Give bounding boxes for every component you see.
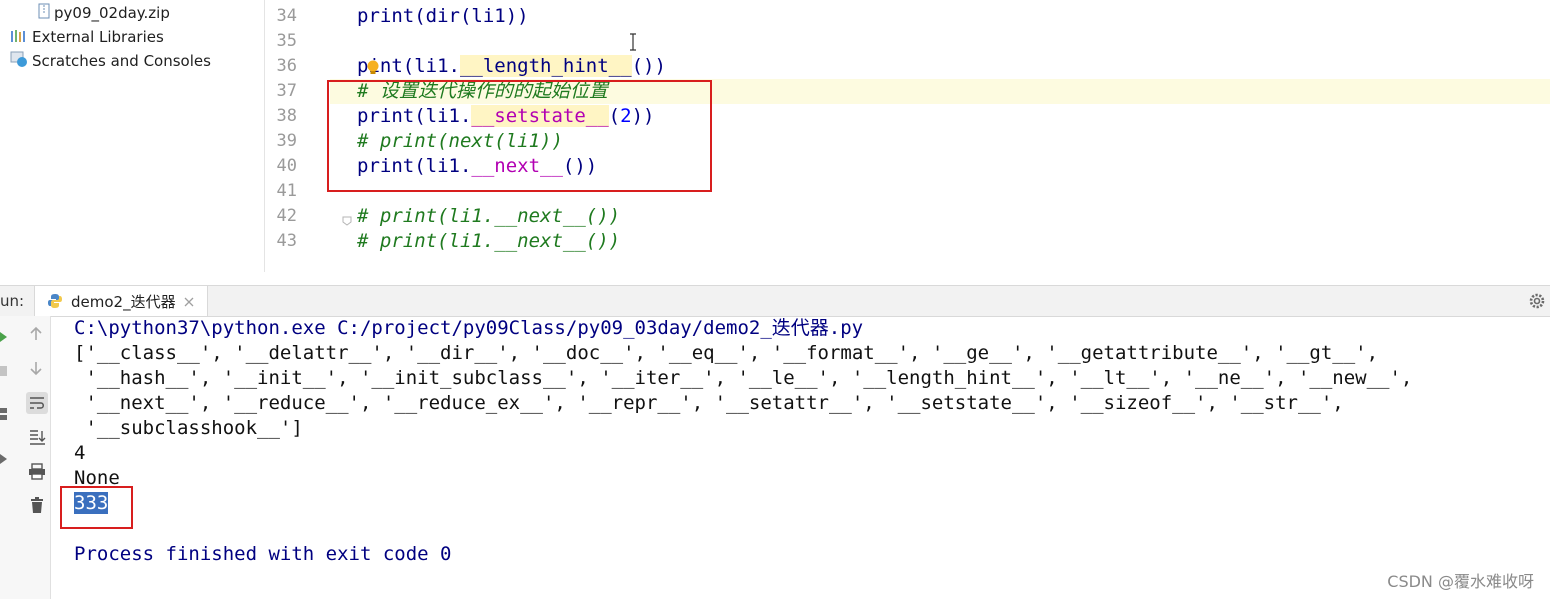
line-number: 43 (276, 231, 297, 251)
scratch-icon (10, 51, 28, 73)
line-number: 39 (276, 131, 297, 151)
run-toolbar: un: demo2_迭代器 (0, 285, 1550, 317)
tree-item-external-libraries[interactable]: External Libraries (10, 26, 164, 48)
run-tab-demo2[interactable]: demo2_迭代器 (34, 286, 208, 316)
scroll-to-end-icon[interactable] (28, 428, 46, 450)
lightbulb-icon[interactable] (366, 60, 380, 80)
soft-wrap-icon[interactable] (26, 392, 48, 414)
code-line-42[interactable]: # print(li1.__next__()) (357, 204, 620, 229)
watermark: CSDN @覆水难收呀 (1387, 572, 1534, 591)
console-line-exit: Process finished with exit code 0 (74, 543, 452, 565)
arrow-up-icon[interactable] (29, 326, 43, 346)
trash-icon[interactable] (29, 496, 45, 518)
line-number: 36 (276, 56, 297, 76)
console-line: '__next__', '__reduce__', '__reduce_ex__… (74, 392, 1344, 414)
close-icon[interactable] (183, 293, 195, 312)
code-token: ()) (631, 55, 666, 77)
code-token: int(li1. (368, 55, 460, 77)
console-line-command: C:\python37\python.exe C:/project/py09Cl… (74, 317, 864, 339)
code-token: __length_hint__ (459, 55, 632, 77)
layout-icon[interactable] (0, 406, 8, 425)
tree-item-scratches[interactable]: Scratches and Consoles (10, 50, 211, 72)
line-number: 42 (276, 206, 297, 226)
console-line: '__subclasshook__'] (74, 417, 303, 439)
fold-marker-icon[interactable] (342, 211, 352, 230)
tree-item-zip[interactable]: py09_02day.zip (38, 2, 170, 24)
rerun-icon[interactable] (0, 328, 8, 347)
tree-item-label: Scratches and Consoles (32, 52, 211, 70)
line-number: 35 (276, 31, 297, 51)
annotation-box-output (60, 486, 133, 529)
code-line-34[interactable]: print(dir(li1)) (357, 4, 529, 29)
project-tree: py09_02day.zip External Libraries Scratc… (0, 0, 265, 272)
line-number: 34 (276, 6, 297, 26)
console-line: '__hash__', '__init__', '__init_subclass… (74, 367, 1413, 389)
arrow-down-icon[interactable] (29, 360, 43, 380)
gear-icon[interactable] (1528, 292, 1546, 314)
tree-item-label: External Libraries (32, 28, 164, 46)
zip-icon (38, 3, 50, 25)
print-icon[interactable] (28, 462, 46, 484)
editor-gutter: 34 35 36 37 38 39 40 41 42 43 (265, 0, 327, 272)
run-tool-column (0, 316, 51, 599)
library-icon (10, 27, 28, 49)
code-line-36[interactable]: pint(li1.__length_hint__()) (357, 54, 666, 79)
code-line-43[interactable]: # print(li1.__next__()) (357, 229, 620, 254)
line-number: 40 (276, 156, 297, 176)
pin-icon[interactable] (0, 450, 8, 469)
run-label: un: (0, 292, 25, 310)
stop-icon[interactable] (0, 362, 8, 381)
text-cursor-icon (628, 33, 638, 55)
run-tab-label: demo2_迭代器 (71, 293, 176, 311)
annotation-box-code (327, 80, 712, 192)
console-line: 4 (74, 442, 86, 464)
python-icon (47, 293, 63, 313)
console-line: ['__class__', '__delattr__', '__dir__', … (74, 342, 1379, 364)
line-number: 38 (276, 106, 297, 126)
tree-item-label: py09_02day.zip (54, 4, 170, 22)
line-number: 37 (276, 81, 297, 101)
line-number: 41 (276, 181, 297, 201)
